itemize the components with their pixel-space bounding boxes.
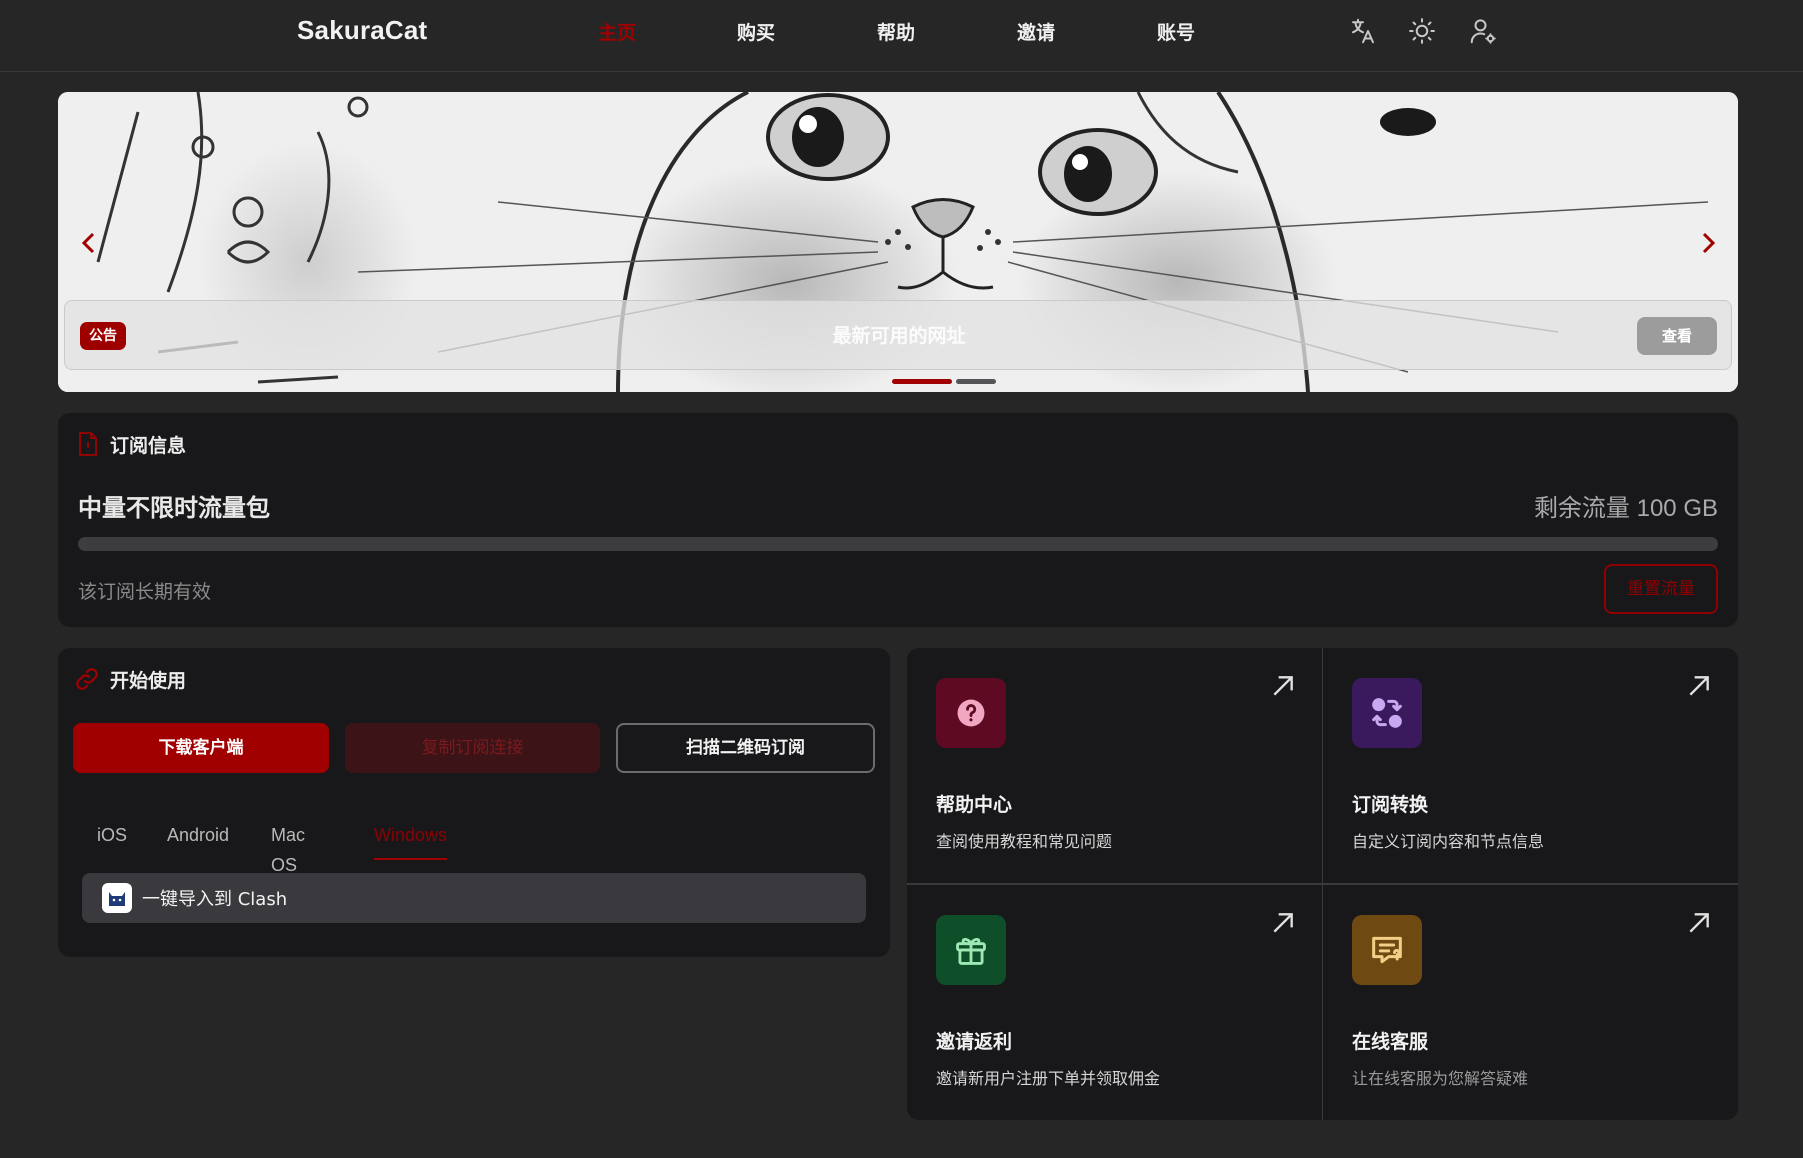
clash-cat-icon: [102, 883, 132, 913]
nav-item-home[interactable]: 主页: [598, 18, 636, 45]
chat-support-icon: [1352, 915, 1422, 985]
external-arrow-icon: [1689, 913, 1709, 933]
tab-android[interactable]: Android: [167, 820, 229, 860]
tile-title: 帮助中心: [936, 794, 1013, 816]
import-to-clash-label: 一键导入到 Clash: [142, 889, 288, 910]
subscription-card-title: 订阅信息: [110, 434, 187, 457]
user-settings-icon[interactable]: [1466, 14, 1500, 48]
announcement-title: 最新可用的网址: [832, 325, 966, 347]
translate-icon[interactable]: [1346, 14, 1380, 48]
download-client-button[interactable]: 下载客户端: [73, 723, 329, 773]
traffic-progress-bar: [78, 537, 1718, 551]
tile-description: 邀请新用户注册下单并领取佣金: [936, 1069, 1161, 1088]
top-navigation-bar: SakuraCat 主页 购买 帮助 邀请 账号: [0, 0, 1803, 72]
getting-started-title: 开始使用: [110, 669, 187, 692]
nav-item-invite[interactable]: 邀请: [1017, 18, 1055, 45]
quick-actions-grid: 帮助中心 查阅使用教程和常见问题 订阅转换 自定义订阅内容和节点信息 邀请返利 …: [907, 648, 1738, 1120]
link-icon: [76, 668, 98, 690]
tab-windows[interactable]: Windows: [374, 820, 448, 860]
theme-sun-icon[interactable]: [1405, 14, 1439, 48]
tile-description: 让在线客服为您解答疑难: [1352, 1069, 1529, 1088]
help-center-tile[interactable]: 帮助中心 查阅使用教程和常见问题: [907, 648, 1322, 884]
scan-qr-subscribe-button[interactable]: 扫描二维码订阅: [616, 723, 875, 773]
tile-title: 在线客服: [1352, 1031, 1429, 1053]
tile-title: 订阅转换: [1352, 794, 1429, 816]
remaining-traffic: 剩余流量 100 GB: [1533, 495, 1718, 522]
nav-item-help[interactable]: 帮助: [877, 18, 915, 45]
document-info-icon: [79, 432, 97, 456]
subscription-convert-tile[interactable]: 订阅转换 自定义订阅内容和节点信息: [1323, 648, 1738, 884]
carousel-indicators: [833, 379, 996, 384]
external-arrow-icon: [1689, 676, 1709, 696]
invite-rebate-tile[interactable]: 邀请返利 邀请新用户注册下单并领取佣金: [907, 885, 1322, 1120]
tile-description: 自定义订阅内容和节点信息: [1352, 832, 1545, 851]
external-arrow-icon: [1273, 913, 1293, 933]
subscription-validity: 该订阅长期有效: [78, 581, 212, 603]
gift-icon: [936, 915, 1006, 985]
plan-name: 中量不限时流量包: [78, 494, 270, 522]
announcement-carousel[interactable]: 公告 最新可用的网址 查看: [58, 92, 1738, 392]
tile-description: 查阅使用教程和常见问题: [936, 832, 1113, 851]
online-support-tile[interactable]: 在线客服 让在线客服为您解答疑难: [1323, 885, 1738, 1120]
carousel-dot-2[interactable]: [956, 379, 996, 384]
copy-subscription-link-button[interactable]: 复制订阅连接: [345, 723, 600, 773]
external-arrow-icon: [1273, 676, 1293, 696]
tab-macos[interactable]: Mac OS: [271, 820, 305, 875]
carousel-dot-1[interactable]: [892, 379, 952, 384]
carousel-next-button[interactable]: [1693, 228, 1723, 258]
import-to-clash-button[interactable]: 一键导入到 Clash: [82, 873, 866, 923]
view-announcement-button[interactable]: 查看: [1637, 317, 1717, 355]
tile-title: 邀请返利: [936, 1031, 1013, 1053]
carousel-prev-button[interactable]: [74, 228, 104, 258]
nav-item-account[interactable]: 账号: [1157, 18, 1195, 45]
nav-item-buy[interactable]: 购买: [737, 18, 775, 45]
convert-icon: [1352, 678, 1422, 748]
help-question-icon: [936, 678, 1006, 748]
tab-ios[interactable]: iOS: [97, 820, 127, 860]
getting-started-header: 开始使用: [74, 664, 186, 694]
announcement-bar: 公告 最新可用的网址 查看: [64, 300, 1732, 370]
getting-started-card: 开始使用 下载客户端 复制订阅连接 扫描二维码订阅 iOS Android Ma…: [58, 648, 890, 957]
subscription-card-header: 订阅信息: [76, 429, 186, 459]
reset-traffic-button[interactable]: 重置流量: [1604, 564, 1718, 614]
brand-logo[interactable]: SakuraCat: [297, 15, 427, 46]
subscription-card: 订阅信息 中量不限时流量包 剩余流量 100 GB 该订阅长期有效 重置流量: [58, 413, 1738, 627]
